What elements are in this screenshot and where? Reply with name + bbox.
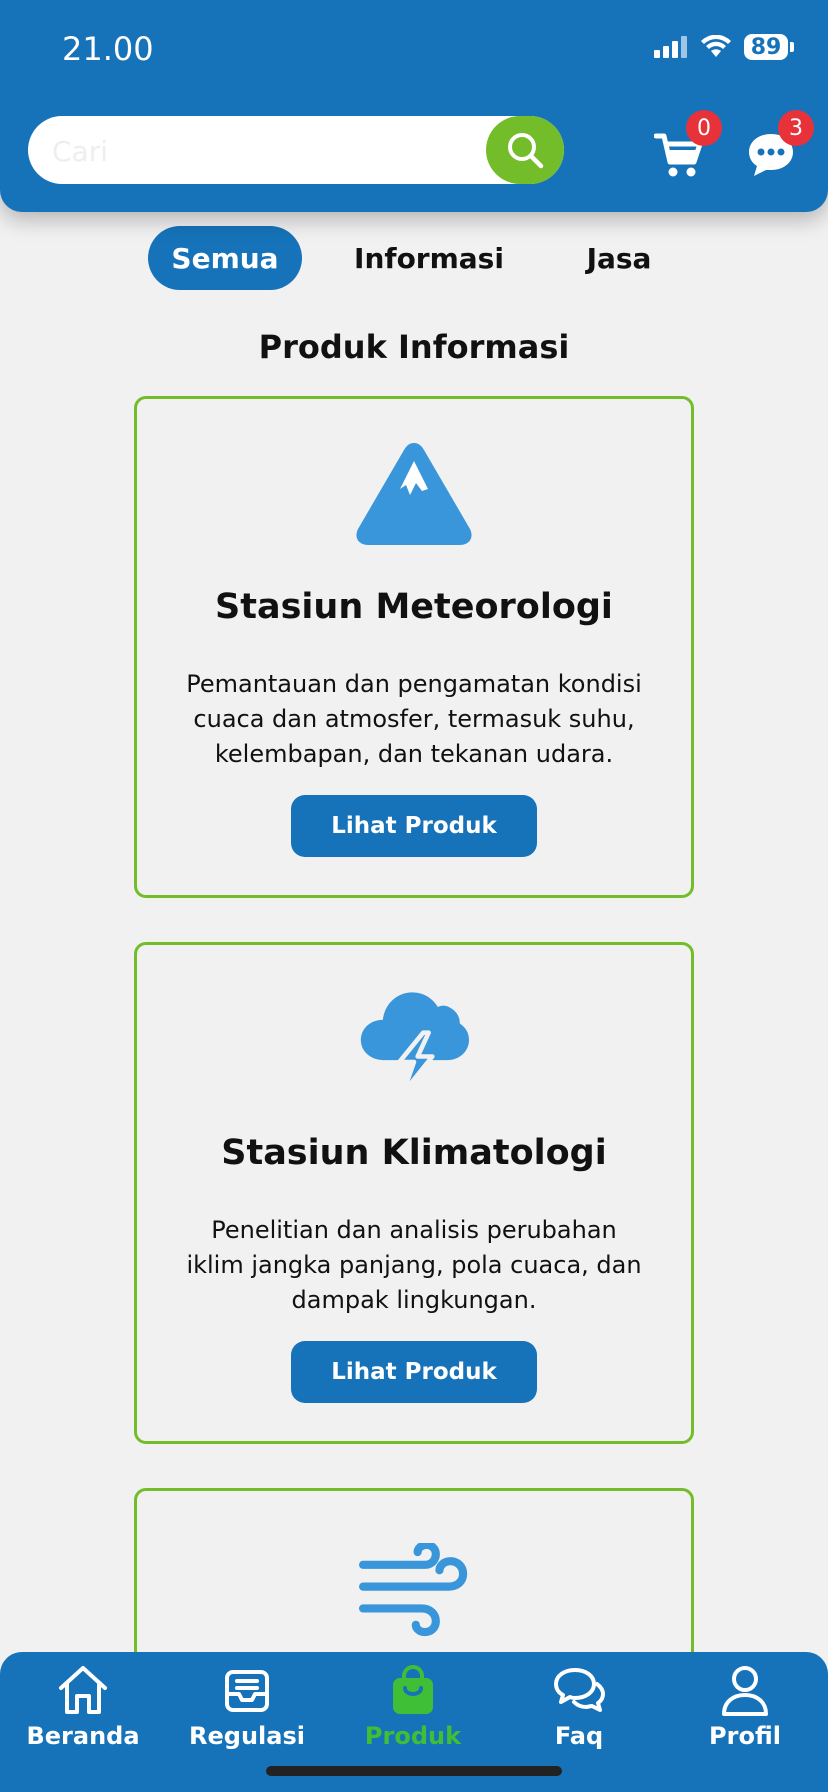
nav-label: Faq: [554, 1722, 604, 1750]
chat-count-badge: 3: [778, 110, 814, 146]
card-title: Stasiun Klimatologi: [221, 1133, 607, 1173]
chat-button[interactable]: 3: [744, 110, 814, 184]
shopping-bag-icon: [393, 1664, 433, 1714]
cart-button[interactable]: 0: [652, 110, 722, 184]
wifi-icon: [701, 35, 731, 57]
nav-faq[interactable]: Faq: [496, 1662, 662, 1772]
home-indicator: [266, 1766, 562, 1776]
card-description: Pemantauan dan pengamatan kondisi cuaca …: [186, 670, 642, 768]
product-card: Stasiun Meteorologi Pemantauan dan penga…: [134, 396, 694, 898]
nav-beranda[interactable]: Beranda: [0, 1662, 166, 1772]
search-icon: [508, 133, 544, 169]
home-icon: [59, 1666, 107, 1714]
category-tabs: Semua Informasi Jasa: [0, 226, 828, 290]
view-product-button[interactable]: Lihat Produk: [291, 795, 537, 857]
cloud-lightning-icon: [360, 992, 469, 1095]
nav-profil[interactable]: Profil: [662, 1662, 828, 1772]
search-bar[interactable]: [28, 116, 564, 186]
status-time: 21.00: [62, 30, 154, 68]
search-button[interactable]: [486, 116, 564, 184]
cart-count-badge: 0: [686, 110, 722, 146]
nav-regulasi[interactable]: Regulasi: [164, 1662, 330, 1772]
nav-label: Regulasi: [189, 1722, 305, 1750]
nav-produk[interactable]: Produk: [330, 1662, 496, 1772]
nav-label: Produk: [364, 1722, 462, 1750]
app-header: 21.00 89 0: [0, 0, 828, 212]
card-title: Stasiun Meteorologi: [215, 587, 613, 627]
view-product-button[interactable]: Lihat Produk: [291, 1341, 537, 1403]
nav-label: Profil: [709, 1722, 781, 1750]
user-icon: [722, 1666, 768, 1716]
chat-bubbles-icon: [554, 1668, 605, 1712]
section-title: Produk Informasi: [258, 328, 570, 366]
product-card: Stasiun Klimatologi Penelitian dan anali…: [134, 942, 694, 1444]
signal-icon: [654, 36, 687, 58]
battery-indicator: 89: [744, 34, 788, 60]
mountain-icon: [356, 443, 472, 545]
nav-label: Beranda: [26, 1722, 140, 1750]
tab-semua[interactable]: Semua: [148, 226, 302, 290]
tab-informasi[interactable]: Informasi: [342, 226, 516, 290]
status-icons: 89: [654, 34, 794, 60]
search-input[interactable]: [50, 116, 494, 186]
inbox-icon: [225, 1670, 269, 1712]
tab-jasa[interactable]: Jasa: [566, 226, 672, 290]
wind-icon: [359, 1543, 468, 1637]
battery-tip: [790, 42, 794, 52]
card-description: Penelitian dan analisis perubahan iklim …: [186, 1216, 642, 1314]
